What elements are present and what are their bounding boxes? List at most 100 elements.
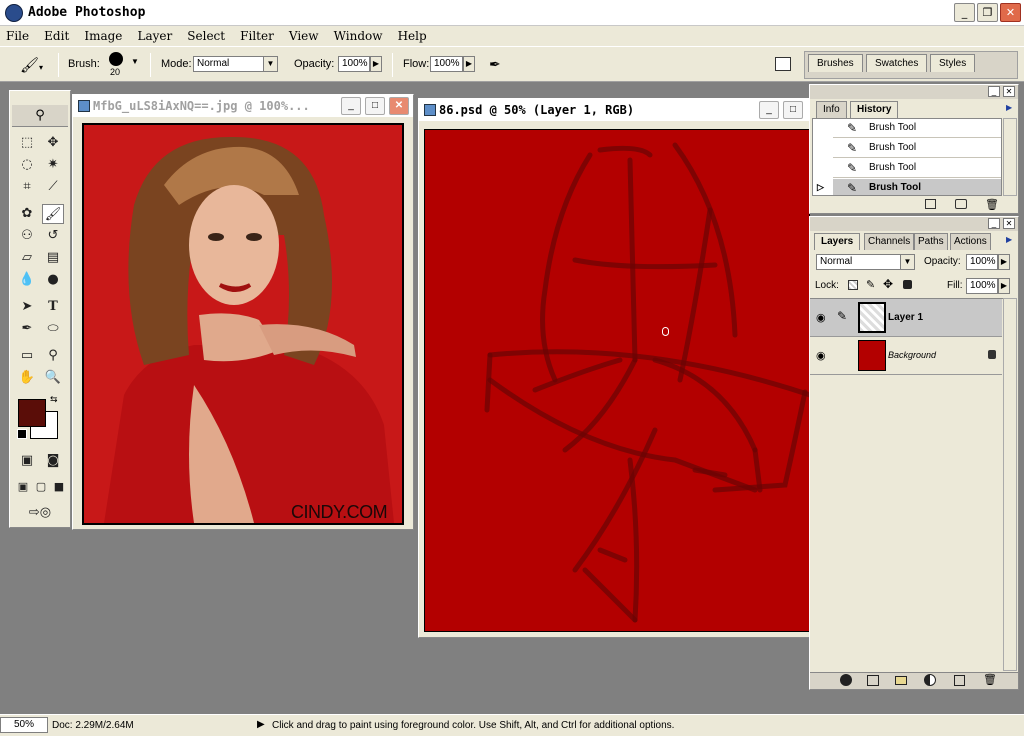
history-brush-tool-icon[interactable]: ↺: [42, 226, 64, 246]
lock-all-icon[interactable]: [903, 280, 912, 289]
photo-maximize-button[interactable]: □: [365, 97, 385, 115]
menu-layer[interactable]: Layer: [131, 26, 178, 43]
opacity-input[interactable]: 100%: [338, 56, 370, 72]
close-button[interactable]: ✕: [1000, 3, 1021, 22]
layer-blend-mode-select[interactable]: Normal: [816, 254, 902, 270]
history-item-current[interactable]: ▷ ✎ Brush Tool: [817, 179, 1001, 195]
move-tool-icon[interactable]: ✥: [42, 133, 64, 153]
tab-paths[interactable]: Paths: [914, 233, 948, 250]
history-panel-minimize-button[interactable]: _: [988, 86, 1000, 97]
layer-opacity-arrow-icon[interactable]: ▶: [998, 254, 1010, 270]
layers-panel-minimize-button[interactable]: _: [988, 218, 1000, 229]
sketch-document-title-bar[interactable]: 86.psd @ 50% (Layer 1, RGB) _ □: [419, 99, 809, 121]
flow-input[interactable]: 100%: [430, 56, 463, 72]
opacity-slider-arrow-icon[interactable]: ▶: [370, 56, 382, 72]
minimize-button[interactable]: _: [954, 3, 975, 22]
default-colors-icon[interactable]: [17, 429, 27, 439]
palette-well-tab-swatches[interactable]: Swatches: [866, 54, 928, 72]
tab-actions[interactable]: Actions: [950, 233, 991, 250]
tab-history[interactable]: History: [850, 101, 899, 118]
swap-colors-icon[interactable]: ⇆: [50, 395, 58, 405]
gradient-tool-icon[interactable]: ▤: [42, 248, 64, 268]
toolbox-header-logo-icon[interactable]: ⚲: [12, 105, 68, 127]
layers-panel-close-button[interactable]: ✕: [1003, 218, 1015, 229]
brush-preview-dot[interactable]: [109, 52, 123, 66]
new-snapshot-icon[interactable]: [955, 199, 967, 209]
sketch-maximize-button[interactable]: □: [783, 101, 803, 119]
mode-select[interactable]: Normal: [193, 56, 265, 72]
path-selection-tool-icon[interactable]: ➤: [16, 297, 38, 317]
new-layer-set-icon[interactable]: [895, 676, 907, 685]
blend-mode-dropdown-arrow-icon[interactable]: ▼: [900, 254, 915, 270]
photo-minimize-button[interactable]: _: [341, 97, 361, 115]
airbrush-icon[interactable]: ✒: [489, 55, 511, 75]
pen-tool-icon[interactable]: ✒: [16, 319, 38, 339]
layer-row-background[interactable]: ◉ Background: [810, 337, 1002, 375]
full-screen-mode-icon[interactable]: ■: [50, 477, 68, 497]
lock-position-icon[interactable]: ✥: [883, 277, 893, 291]
palette-well-tab-styles[interactable]: Styles: [930, 54, 976, 72]
sketch-canvas[interactable]: [424, 129, 810, 632]
photo-document-title-bar[interactable]: MfbG_uLS8iAxNQ==.jpg @ 100%... _ □ ✕: [73, 95, 413, 117]
lock-transparency-icon[interactable]: [848, 280, 858, 290]
restore-button[interactable]: ❐: [977, 3, 998, 22]
layer-row-layer-1[interactable]: ◉ ✎ Layer 1: [810, 299, 1002, 337]
marquee-tool-icon[interactable]: ⬚: [16, 133, 38, 153]
new-adjustment-layer-icon[interactable]: [924, 674, 936, 686]
history-panel-header[interactable]: [810, 85, 1018, 99]
tab-info[interactable]: Info: [816, 101, 847, 118]
tool-preset-picker[interactable]: 🖌▾: [20, 54, 50, 76]
menu-view[interactable]: View: [283, 26, 325, 43]
layer-visibility-eye-icon[interactable]: ◉: [816, 311, 826, 324]
lock-image-pixels-icon[interactable]: ✎: [866, 278, 875, 291]
menu-help[interactable]: Help: [392, 26, 433, 43]
tab-layers[interactable]: Layers: [814, 233, 861, 250]
shape-tool-icon[interactable]: ⬭: [42, 319, 64, 339]
notes-tool-icon[interactable]: ▭: [16, 346, 38, 366]
menu-window[interactable]: Window: [328, 26, 389, 43]
eraser-tool-icon[interactable]: ▱: [16, 248, 38, 268]
history-panel-menu-icon[interactable]: ▶: [1006, 103, 1012, 112]
menu-filter[interactable]: Filter: [234, 26, 280, 43]
layer-opacity-input[interactable]: 100%: [966, 254, 998, 270]
history-panel-close-button[interactable]: ✕: [1003, 86, 1015, 97]
foreground-color-swatch[interactable]: [18, 399, 46, 427]
hand-tool-icon[interactable]: ✋: [16, 368, 38, 388]
menu-file[interactable]: File: [0, 26, 35, 43]
crop-tool-icon[interactable]: ⌗: [16, 177, 38, 197]
zoom-level-input[interactable]: 50%: [0, 717, 48, 733]
history-item[interactable]: ✎ Brush Tool: [833, 119, 1001, 138]
layers-panel-menu-icon[interactable]: ▶: [1006, 235, 1012, 244]
eyedropper-tool-icon[interactable]: ⚲: [42, 346, 64, 366]
full-screen-menu-mode-icon[interactable]: ▢: [32, 477, 50, 497]
dodge-tool-icon[interactable]: ●: [42, 270, 64, 290]
menu-edit[interactable]: Edit: [38, 26, 75, 43]
zoom-tool-icon[interactable]: 🔍: [42, 368, 64, 388]
palette-well-tab-brushes[interactable]: Brushes: [808, 54, 863, 72]
history-scrollbar[interactable]: [1003, 118, 1017, 196]
menu-image[interactable]: Image: [78, 26, 128, 43]
quick-mask-mode-icon[interactable]: ◙: [42, 451, 64, 471]
new-document-from-state-icon[interactable]: [925, 199, 936, 209]
clone-stamp-tool-icon[interactable]: ⚇: [16, 226, 38, 246]
status-menu-arrow-icon[interactable]: ▶: [257, 719, 265, 730]
add-layer-mask-icon[interactable]: [867, 675, 879, 686]
lasso-tool-icon[interactable]: ◌: [16, 155, 38, 175]
layers-panel-header[interactable]: [810, 217, 1018, 231]
blur-tool-icon[interactable]: 💧: [16, 270, 38, 290]
new-layer-icon[interactable]: [954, 675, 965, 686]
file-browser-icon[interactable]: [775, 57, 791, 71]
slice-tool-icon[interactable]: ⟋: [42, 177, 64, 197]
sketch-minimize-button[interactable]: _: [759, 101, 779, 119]
layer-visibility-eye-icon[interactable]: ◉: [816, 349, 826, 362]
fill-input[interactable]: 100%: [966, 278, 998, 294]
delete-state-icon[interactable]: 🗑: [985, 198, 999, 211]
tab-channels[interactable]: Channels: [864, 233, 915, 250]
standard-mode-icon[interactable]: ▣: [16, 451, 38, 471]
healing-brush-tool-icon[interactable]: ✿: [16, 204, 38, 224]
jump-to-imageready-icon[interactable]: ⇨◎: [16, 503, 64, 523]
history-item[interactable]: ✎ Brush Tool: [833, 159, 1001, 178]
mode-dropdown-arrow-icon[interactable]: ▼: [263, 56, 278, 72]
photo-canvas[interactable]: CINDY.COM: [82, 123, 404, 525]
history-item[interactable]: ✎ Brush Tool: [833, 139, 1001, 158]
